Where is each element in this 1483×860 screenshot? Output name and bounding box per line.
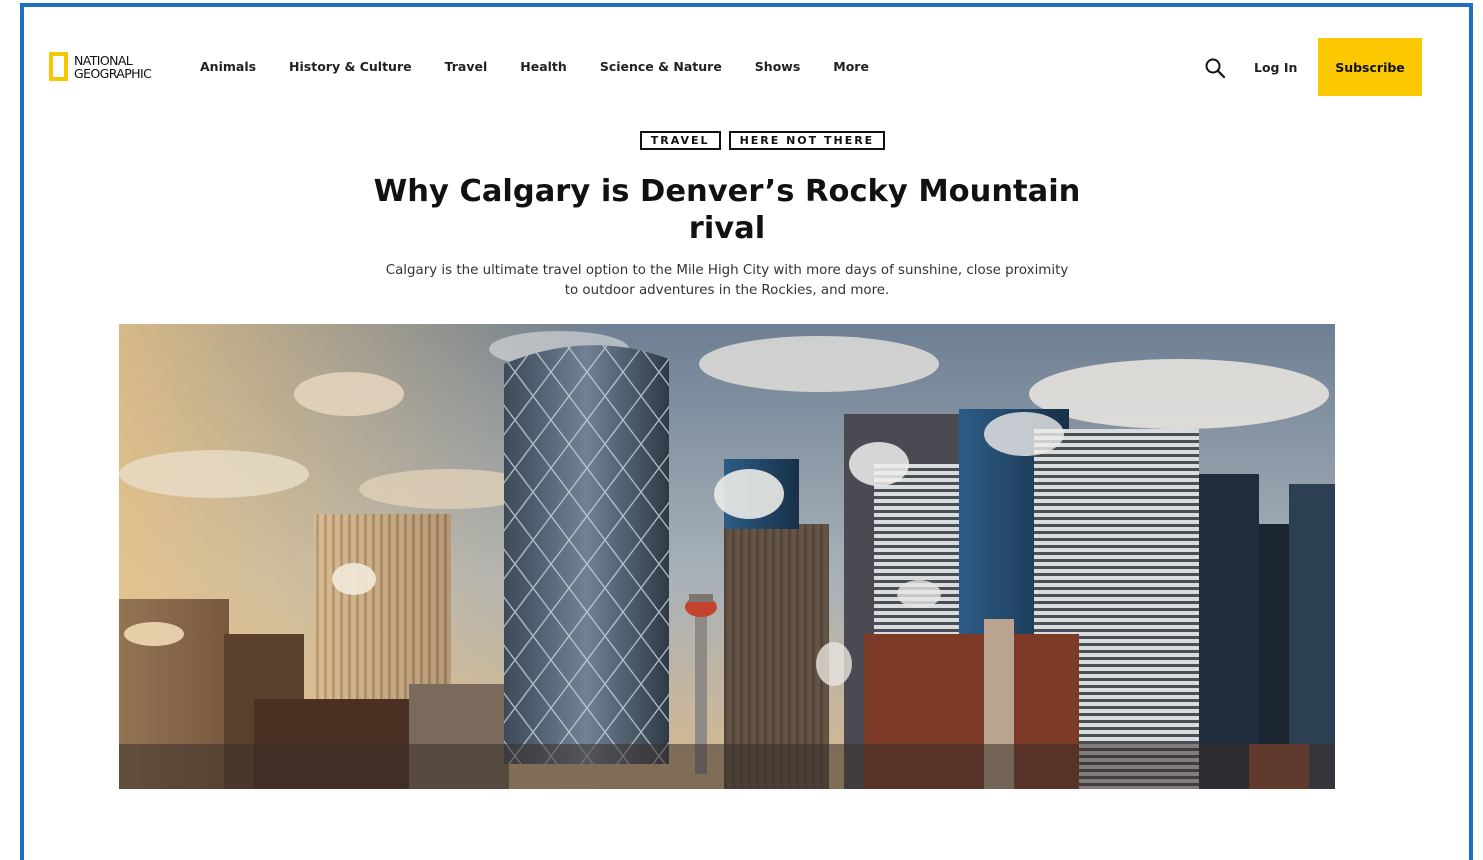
- article-tags: TRAVEL HERE NOT THERE: [24, 131, 1469, 150]
- article-dek: Calgary is the ultimate travel option to…: [385, 263, 1069, 298]
- nav-item-more[interactable]: More: [833, 59, 869, 74]
- nav-item-shows[interactable]: Shows: [755, 59, 800, 74]
- tag-travel[interactable]: TRAVEL: [639, 131, 721, 150]
- site-header: NATIONAL GEOGRAPHIC Animals History & Cu…: [24, 7, 1469, 99]
- search-icon[interactable]: [1204, 57, 1226, 79]
- nav-item-health[interactable]: Health: [520, 59, 567, 74]
- natgeo-logo[interactable]: NATIONAL GEOGRAPHIC: [49, 52, 152, 81]
- hero-image-calgary-skyline: [119, 324, 1335, 789]
- tag-here-not-there[interactable]: HERE NOT THERE: [728, 131, 886, 150]
- subscribe-button[interactable]: Subscribe: [1318, 38, 1422, 96]
- main-nav: Animals History & Culture Travel Health …: [200, 59, 902, 74]
- login-link[interactable]: Log In: [1254, 60, 1297, 75]
- logo-line-1: NATIONAL: [74, 52, 133, 68]
- logo-yellow-border-icon: [49, 52, 68, 81]
- article-headline: Why Calgary is Denver’s Rocky Mountain r…: [373, 174, 1081, 246]
- nav-item-history-culture[interactable]: History & Culture: [289, 59, 412, 74]
- logo-line-2: GEOGRAPHIC: [74, 65, 152, 81]
- page-frame: NATIONAL GEOGRAPHIC Animals History & Cu…: [20, 3, 1473, 860]
- skyline-illustration: [119, 324, 1335, 789]
- nav-item-science-nature[interactable]: Science & Nature: [600, 59, 722, 74]
- nav-item-travel[interactable]: Travel: [445, 59, 488, 74]
- nav-item-animals[interactable]: Animals: [200, 59, 256, 74]
